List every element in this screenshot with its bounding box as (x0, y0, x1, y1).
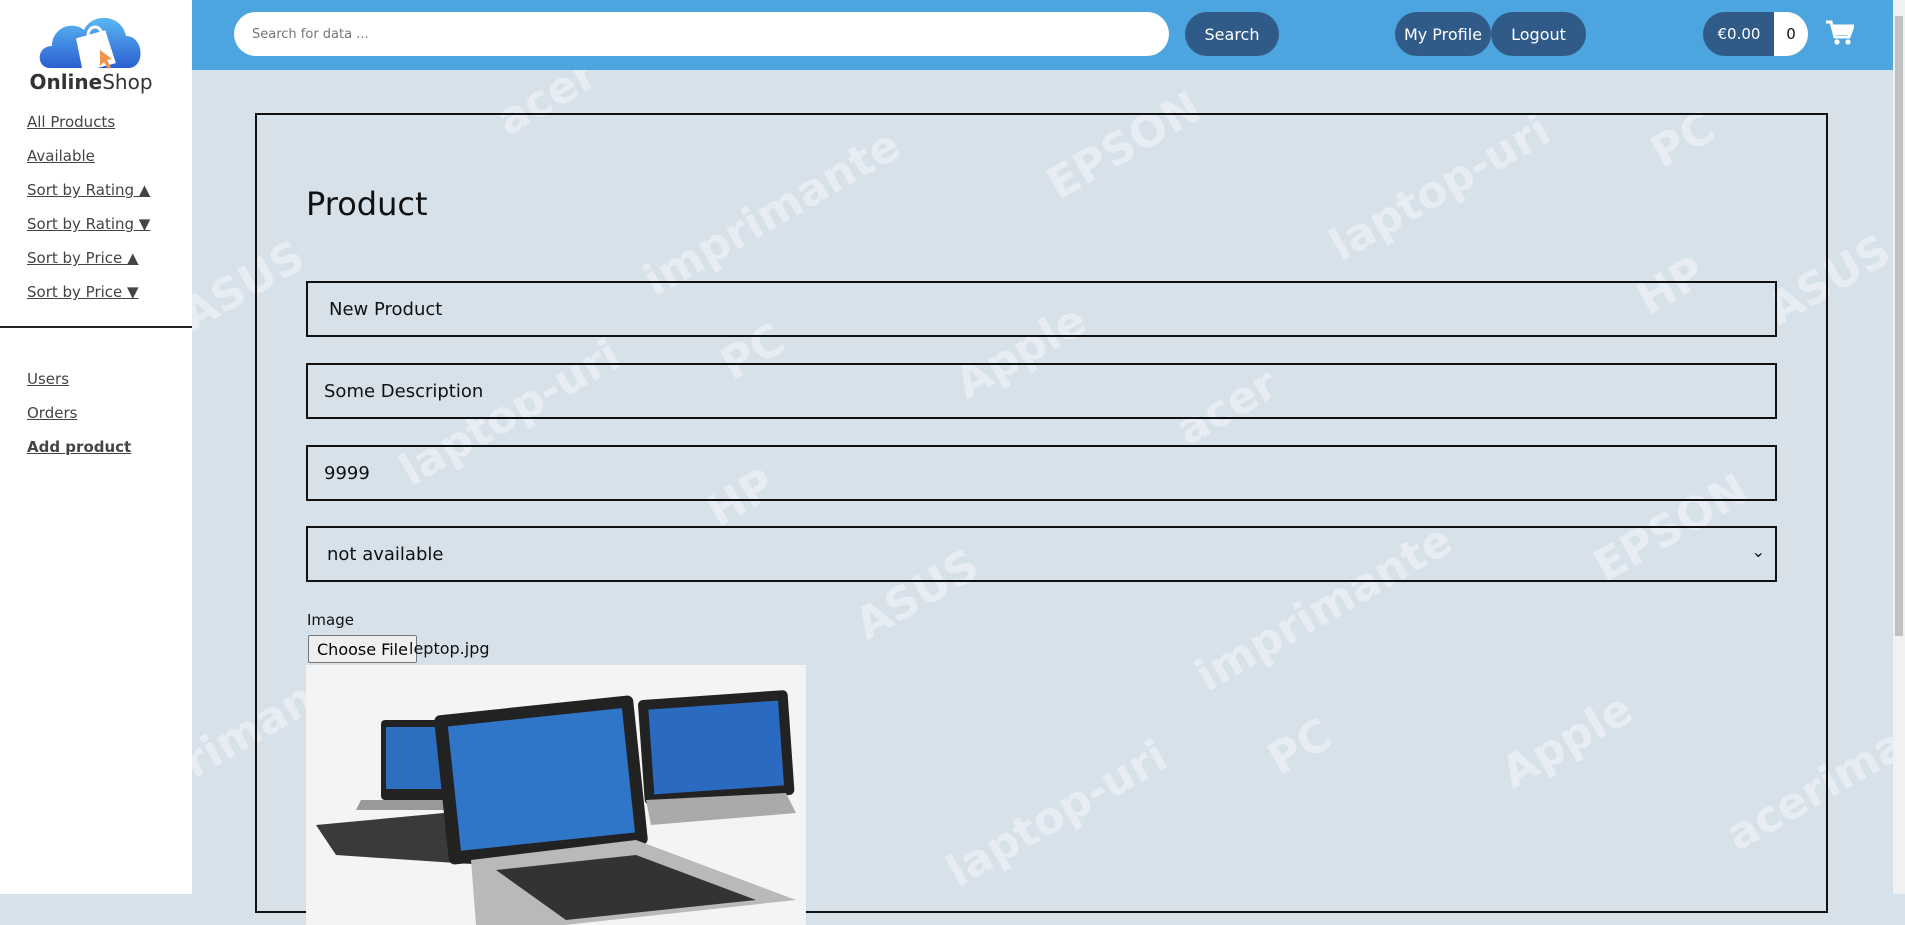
sidebar: OnlineShop All Products Available Sort b… (0, 0, 192, 894)
shopping-cart-icon[interactable] (1826, 20, 1854, 46)
cart-total[interactable]: €0.00 (1703, 12, 1775, 56)
sidebar-item-sort-price-asc[interactable]: Sort by Price ▲ (27, 249, 139, 267)
product-description-input[interactable]: Some Description (306, 363, 1777, 419)
logo-text: OnlineShop (28, 70, 154, 94)
sidebar-item-add-product[interactable]: Add product (27, 438, 131, 456)
choose-file-button[interactable]: Choose File (308, 635, 417, 663)
sidebar-item-sort-price-desc[interactable]: Sort by Price ▼ (27, 283, 139, 301)
search-button[interactable]: Search (1185, 12, 1279, 56)
product-form: Product New Product Some Description 999… (255, 113, 1828, 925)
sidebar-item-all-products[interactable]: All Products (27, 113, 115, 131)
my-profile-button[interactable]: My Profile (1395, 12, 1491, 56)
sidebar-divider (0, 326, 192, 328)
cart-count-badge: 0 (1774, 12, 1808, 56)
logout-button[interactable]: Logout (1491, 12, 1586, 56)
scrollbar-thumb[interactable] (1895, 16, 1903, 636)
sidebar-item-users[interactable]: Users (27, 370, 69, 388)
selected-file-name: leptop.jpg (409, 639, 490, 658)
product-price-input[interactable]: 9999 (306, 445, 1777, 501)
search-input[interactable] (234, 12, 1169, 56)
availability-selected-value: not available (327, 543, 444, 565)
sidebar-item-available[interactable]: Available (27, 147, 95, 165)
chevron-down-icon: ⌄ (1751, 542, 1765, 561)
page-scrollbar[interactable] (1893, 0, 1905, 894)
sidebar-item-sort-rating-desc[interactable]: Sort by Rating ▼ (27, 215, 150, 233)
sidebar-item-sort-rating-asc[interactable]: Sort by Rating ▲ (27, 181, 150, 199)
page-title: Product (306, 185, 428, 223)
availability-select[interactable]: not available ⌄ (306, 526, 1777, 582)
top-header: Search My Profile Logout €0.00 0 (192, 0, 1893, 70)
sidebar-item-orders[interactable]: Orders (27, 404, 77, 422)
product-name-input[interactable]: New Product (306, 281, 1777, 337)
product-image-preview (306, 665, 806, 925)
image-label: Image (307, 611, 354, 629)
